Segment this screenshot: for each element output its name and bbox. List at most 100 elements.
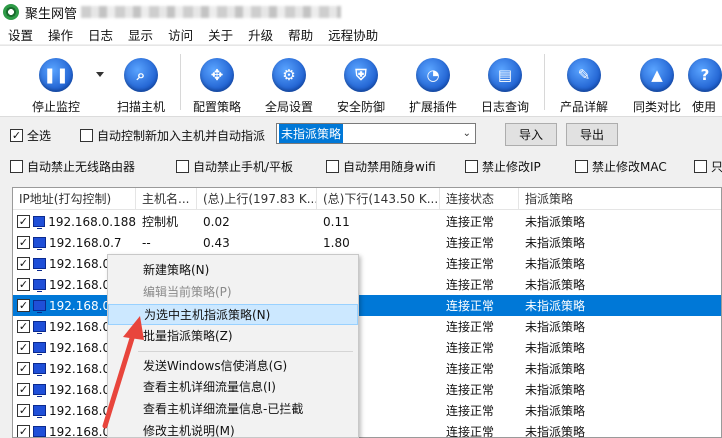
block-mobile-checkbox[interactable]: 自动禁止手机/平板 (176, 158, 293, 175)
checkbox-unchecked (326, 160, 339, 173)
config-policy-button[interactable]: ✥ 配置策略 (180, 58, 254, 115)
global-settings-button[interactable]: ⚙ 全局设置 (252, 58, 326, 115)
cell-hostname: 控制机 (142, 215, 179, 229)
block-wireless-router-checkbox[interactable]: 自动禁止无线路由器 (10, 158, 135, 175)
scan-hosts-label: 扫描主机 (116, 100, 165, 114)
policy-select[interactable]: 未指派策略 ⌄ (276, 123, 476, 144)
log-query-label: 日志查询 (480, 100, 529, 114)
row-checkbox[interactable]: ✓ (17, 257, 30, 270)
computer-icon (33, 258, 46, 271)
cell-upload: 0.02 (203, 214, 230, 229)
cell-status: 连接正常 (446, 383, 495, 397)
menu-remote-assist[interactable]: 远程协助 (328, 25, 378, 44)
toolbar-divider (544, 54, 545, 110)
cell-policy: 未指派策略 (525, 341, 586, 355)
import-button[interactable]: 导入 (505, 123, 557, 146)
only-label: 只 (711, 160, 722, 174)
col-hostname[interactable]: 主机名... (136, 188, 197, 210)
checkbox-unchecked (176, 160, 189, 173)
ctx-batch-assign[interactable]: 批量指派策略(Z) (108, 326, 358, 347)
menu-access[interactable]: 访问 (168, 25, 193, 44)
menu-upgrade[interactable]: 升级 (248, 25, 273, 44)
computer-icon (33, 321, 46, 334)
row-checkbox[interactable]: ✓ (17, 425, 30, 437)
row-checkbox[interactable]: ✓ (17, 404, 30, 417)
log-query-button[interactable]: ▤ 日志查询 (468, 58, 542, 115)
cell-hostname: -- (142, 235, 151, 250)
ctx-assign-policy-selected[interactable]: 为选中主机指派策略(N) (108, 304, 358, 325)
cell-policy: 未指派策略 (525, 383, 586, 397)
computer-icon (33, 342, 46, 355)
menu-bar: 设置 操作 日志 显示 访问 关于 升级 帮助 远程协助 (0, 24, 722, 44)
col-policy[interactable]: 指派策略 (519, 188, 721, 210)
compare-button[interactable]: ▲ 同类对比 (620, 58, 694, 115)
security-defense-button[interactable]: ⛨ 安全防御 (324, 58, 398, 115)
menu-about[interactable]: 关于 (208, 25, 233, 44)
cell-status: 连接正常 (446, 404, 495, 418)
cell-status: 连接正常 (446, 341, 495, 355)
col-upload[interactable]: (总)上行(197.83 K... (197, 188, 317, 210)
cell-status: 连接正常 (446, 299, 495, 313)
cell-policy: 未指派策略 (525, 362, 586, 376)
select-all-checkbox[interactable]: ✓ 全选 (10, 127, 51, 144)
help-icon: ? (688, 58, 722, 92)
blurred-title-suffix (81, 6, 342, 18)
row-checkbox[interactable]: ✓ (17, 278, 30, 291)
auto-control-checkbox[interactable]: 自动控制新加入主机并自动指派 (80, 127, 265, 144)
block-mobile-label: 自动禁止手机/平板 (193, 160, 294, 174)
row-checkbox[interactable]: ✓ (17, 299, 30, 312)
shield-icon: ⛨ (344, 58, 378, 92)
cell-policy: 未指派策略 (525, 236, 586, 250)
row-checkbox[interactable]: ✓ (17, 362, 30, 375)
menu-display[interactable]: 显示 (128, 25, 153, 44)
block-portable-wifi-label: 自动禁用随身wifi (343, 160, 436, 174)
menu-log[interactable]: 日志 (88, 25, 113, 44)
stop-monitor-label: 停止监控 (31, 100, 80, 114)
block-change-mac-checkbox[interactable]: 禁止修改MAC (575, 158, 667, 175)
computer-icon (33, 237, 46, 250)
only-checkbox[interactable]: 只 (694, 158, 722, 175)
usage-label: 使用 (692, 100, 717, 114)
row-checkbox[interactable]: ✓ (17, 215, 30, 228)
chevron-down-icon: ⌄ (462, 128, 471, 139)
ctx-new-policy[interactable]: 新建策略(N) (108, 260, 358, 281)
ctx-edit-host-note[interactable]: 修改主机说明(M) (108, 421, 358, 438)
extension-plugin-button[interactable]: ◔ 扩展插件 (396, 58, 470, 115)
block-change-ip-checkbox[interactable]: 禁止修改IP (465, 158, 541, 175)
cell-status: 连接正常 (446, 236, 495, 250)
menu-operate[interactable]: 操作 (48, 25, 73, 44)
row-checkbox[interactable]: ✓ (17, 341, 30, 354)
row-checkbox[interactable]: ✓ (17, 383, 30, 396)
cell-upload: 0.43 (203, 235, 230, 250)
app-logo-icon (3, 4, 19, 20)
block-portable-wifi-checkbox[interactable]: 自动禁用随身wifi (326, 158, 436, 175)
block-change-ip-label: 禁止修改IP (482, 160, 541, 174)
menu-settings[interactable]: 设置 (8, 25, 33, 44)
ctx-view-traffic-blocked[interactable]: 查看主机详细流量信息-已拦截 (108, 399, 358, 420)
ctx-edit-policy[interactable]: 编辑当前策略(P) (108, 282, 358, 303)
ip-text: 192.168.0. (49, 361, 114, 376)
cell-status: 连接正常 (446, 425, 495, 438)
ip-text: 192.168.0. (49, 319, 114, 334)
table-row[interactable]: ✓ 192.168.0.7 -- 0.43 1.80 连接正常 未指派策略 (13, 232, 721, 253)
product-detail-button[interactable]: ✎ 产品详解 (547, 58, 621, 115)
usage-button[interactable]: ? 使用 (688, 58, 722, 115)
row-checkbox[interactable]: ✓ (17, 320, 30, 333)
scan-hosts-button[interactable]: ⌕ 扫描主机 (104, 58, 178, 115)
ctx-send-message[interactable]: 发送Windows信使消息(G) (108, 356, 358, 377)
ctx-view-traffic[interactable]: 查看主机详细流量信息(I) (108, 377, 358, 398)
col-ip[interactable]: IP地址(打勾控制) (13, 188, 136, 210)
col-download[interactable]: (总)下行(143.50 K... (317, 188, 440, 210)
chevron-down-icon[interactable] (96, 72, 104, 77)
menu-help[interactable]: 帮助 (288, 25, 313, 44)
context-menu: 新建策略(N) 编辑当前策略(P) 为选中主机指派策略(N) 批量指派策略(Z)… (107, 254, 359, 438)
cell-policy: 未指派策略 (525, 257, 586, 271)
export-button[interactable]: 导出 (566, 123, 618, 146)
cell-status: 连接正常 (446, 215, 495, 229)
table-row[interactable]: ✓ 192.168.0.188 控制机 0.02 0.11 连接正常 未指派策略 (13, 211, 721, 232)
ctx-separator (138, 351, 353, 352)
row-checkbox[interactable]: ✓ (17, 236, 30, 249)
col-status[interactable]: 连接状态 (440, 188, 519, 210)
computer-icon (33, 405, 46, 418)
stop-monitor-button[interactable]: ❚❚ 停止监控 (19, 58, 93, 115)
